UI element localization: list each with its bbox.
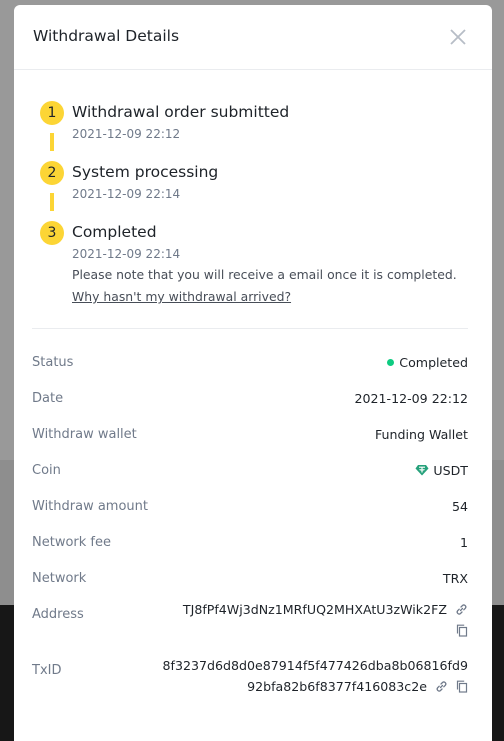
detail-label: Withdraw wallet xyxy=(32,427,137,442)
txid-text-2: 92bfa82b6f8377f416083c2e xyxy=(247,679,427,694)
step-time: 2021-12-09 22:14 xyxy=(72,187,181,201)
step-processing: 2 System processing 2021-12-09 22:14 xyxy=(40,161,480,221)
withdrawal-help-link[interactable]: Why hasn't my withdrawal arrived? xyxy=(72,289,291,304)
withdrawal-details-modal: Withdrawal Details 1 Withdrawal order su… xyxy=(14,5,492,741)
detail-row-status: Status Completed xyxy=(32,345,468,381)
detail-row-date: Date 2021-12-09 22:12 xyxy=(32,381,468,417)
detail-label: Address xyxy=(32,607,84,622)
address-value: TJ8fPf4Wj3dNz1MRfUQ2MHXAtU3zWik2FZ xyxy=(183,599,468,641)
detail-row-coin: Coin USDT xyxy=(32,453,468,489)
copy-icon[interactable] xyxy=(456,680,468,693)
progress-steps: 1 Withdrawal order submitted 2021-12-09 … xyxy=(40,101,480,304)
modal-title: Withdrawal Details xyxy=(33,27,180,45)
link-icon[interactable] xyxy=(455,603,468,616)
step-connector xyxy=(50,193,54,211)
detail-label: Date xyxy=(32,391,64,406)
modal-header: Withdrawal Details xyxy=(14,5,492,70)
section-divider xyxy=(32,328,468,329)
txid-line: 8f3237d6d8d0e87914f5f477426dba8b06816fd9 xyxy=(162,658,469,673)
detail-label: Network fee xyxy=(32,535,111,550)
detail-label: TxID xyxy=(32,663,62,678)
detail-row-address: Address TJ8fPf4Wj3dNz1MRfUQ2MHXAtU3zWik2… xyxy=(32,597,468,653)
status-text: Completed xyxy=(399,355,468,370)
detail-row-txid: TxID 8f3237d6d8d0e87914f5f477426dba8b068… xyxy=(32,653,468,709)
completion-note: Please note that you will receive a emai… xyxy=(72,267,457,282)
step-number-badge: 2 xyxy=(40,161,64,185)
close-icon[interactable] xyxy=(448,27,468,47)
network-value: TRX xyxy=(442,571,468,586)
copy-icon[interactable] xyxy=(456,624,468,637)
step-number-badge: 3 xyxy=(40,221,64,245)
txid-line-2: 92bfa82b6f8377f416083c2e xyxy=(163,676,469,697)
amount-value: 54 xyxy=(451,499,468,514)
step-title: System processing xyxy=(72,163,219,181)
detail-row-amount: Withdraw amount 54 xyxy=(32,489,468,525)
step-time: 2021-12-09 22:12 xyxy=(72,127,181,141)
step-time: 2021-12-09 22:14 xyxy=(72,247,181,261)
step-title: Withdrawal order submitted xyxy=(72,103,290,121)
status-dot-icon xyxy=(387,359,395,366)
coin-value: USDT xyxy=(415,463,468,478)
status-value: Completed xyxy=(387,355,468,370)
detail-row-network: Network TRX xyxy=(32,561,468,597)
usdt-icon xyxy=(415,465,429,476)
detail-row-fee: Network fee 1 xyxy=(32,525,468,561)
link-icon[interactable] xyxy=(435,680,448,693)
step-completed: 3 Completed 2021-12-09 22:14 Please note… xyxy=(40,221,480,304)
step-title: Completed xyxy=(72,223,157,241)
address-copy-line xyxy=(183,620,468,641)
detail-label: Network xyxy=(32,571,87,586)
detail-label: Withdraw amount xyxy=(32,499,149,514)
date-value: 2021-12-09 22:12 xyxy=(354,391,469,406)
step-number-badge: 1 xyxy=(40,101,64,125)
wallet-value: Funding Wallet xyxy=(374,427,468,442)
detail-row-wallet: Withdraw wallet Funding Wallet xyxy=(32,417,468,453)
txid-value: 8f3237d6d8d0e87914f5f477426dba8b06816fd9… xyxy=(163,655,469,697)
address-text: TJ8fPf4Wj3dNz1MRfUQ2MHXAtU3zWik2FZ xyxy=(182,602,447,617)
address-line: TJ8fPf4Wj3dNz1MRfUQ2MHXAtU3zWik2FZ xyxy=(183,599,468,620)
detail-label: Status xyxy=(32,355,74,370)
step-submitted: 1 Withdrawal order submitted 2021-12-09 … xyxy=(40,101,480,161)
step-connector xyxy=(50,133,54,151)
detail-label: Coin xyxy=(32,463,61,478)
coin-text: USDT xyxy=(433,463,468,478)
fee-value: 1 xyxy=(459,535,468,550)
details-list: Status Completed Date 2021-12-09 22:12 W… xyxy=(32,345,468,709)
